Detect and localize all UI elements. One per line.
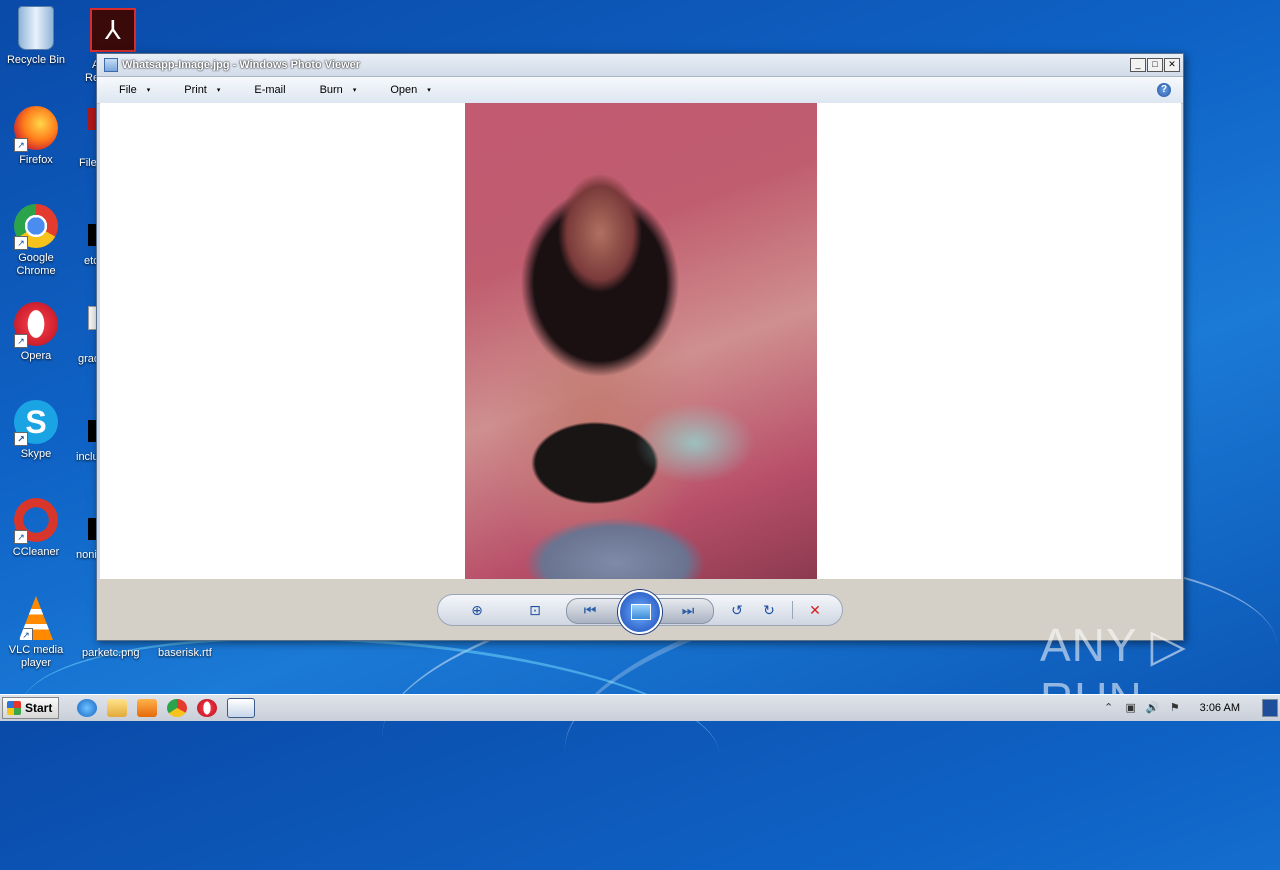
desktop-icon-label: Opera <box>20 350 52 362</box>
image-viewport <box>100 103 1181 579</box>
desktop-icon-opera[interactable]: ↗ Opera <box>0 302 72 363</box>
shortcut-arrow-icon: ↗ <box>14 432 28 446</box>
show-desktop-button[interactable] <box>1262 699 1278 717</box>
menu-burn[interactable]: Burn ▾ <box>298 84 369 96</box>
chevron-down-icon: ▾ <box>427 87 431 94</box>
start-label: Start <box>25 701 53 715</box>
displayed-photo <box>465 103 817 579</box>
recycle-bin-icon <box>18 6 54 50</box>
desktop-icon-label: Google Chrome <box>16 252 56 277</box>
menu-email[interactable]: E-mail <box>232 84 297 96</box>
partial-label: noni <box>76 549 97 561</box>
chrome-icon: ↗ <box>14 204 58 250</box>
shortcut-arrow-icon: ↗ <box>14 236 28 250</box>
menu-file[interactable]: File ▾ <box>97 84 162 96</box>
desktop-icon-label: Firefox <box>19 154 53 166</box>
desktop-icon-vlc[interactable]: ↗ VLC media player <box>0 596 72 670</box>
opera-icon: ↗ <box>14 302 58 348</box>
shortcut-arrow-icon: ↗ <box>19 628 33 640</box>
menu-label: File <box>119 84 137 96</box>
desktop-icon-label: VLC media player <box>8 644 64 669</box>
shortcut-arrow-icon: ↗ <box>14 138 28 152</box>
minimize-button[interactable]: _ <box>1130 58 1146 72</box>
shortcut-arrow-icon: ↗ <box>14 530 28 544</box>
next-icon[interactable]: ⏭ <box>679 602 697 618</box>
chrome-taskbar-icon[interactable] <box>167 699 188 717</box>
command-bar: File ▾ Print ▾ E-mail Burn ▾ Open ▾ ? <box>97 77 1183 104</box>
control-divider <box>792 601 793 619</box>
taskbar-clock[interactable]: 3:06 AM <box>1200 702 1240 714</box>
windows-logo-icon <box>7 701 21 715</box>
close-button[interactable]: ✕ <box>1164 58 1180 72</box>
desktop-icon-ccleaner[interactable]: ↗ CCleaner <box>0 498 72 559</box>
window-titlebar[interactable]: Whatsapp-Image.jpg - Windows Photo Viewe… <box>97 54 1183 77</box>
action-center-flag-icon[interactable]: ⚑ <box>1167 701 1183 715</box>
menu-label: Burn <box>319 84 343 96</box>
menu-label: E-mail <box>254 84 286 96</box>
show-hidden-icons-icon[interactable]: ⌃ <box>1101 701 1117 715</box>
fit-to-window-icon[interactable]: ⊡ <box>526 602 544 618</box>
desktop-icon-google-chrome[interactable]: ↗ Google Chrome <box>0 204 72 278</box>
file-explorer-icon[interactable] <box>107 699 128 717</box>
zoom-icon[interactable]: ⊕ <box>468 602 486 618</box>
delete-icon[interactable]: ✕ <box>806 602 824 618</box>
firefox-icon: ↗ <box>14 106 58 152</box>
start-button[interactable]: Start <box>2 697 60 719</box>
partial-label: File <box>79 157 97 169</box>
window-title: Whatsapp-Image.jpg - Windows Photo Viewe… <box>122 59 361 71</box>
chevron-down-icon: ▾ <box>216 87 221 94</box>
desktop-icon-label: Recycle Bin <box>6 54 66 66</box>
menu-label: Print <box>184 84 207 96</box>
volume-icon[interactable]: 🔊 <box>1145 701 1161 715</box>
skype-icon: S ↗ <box>14 400 58 446</box>
viewer-controls: ⊕ ⊡ ⏮ ⏭ ↺ ↻ ✕ <box>97 579 1183 640</box>
vlc-icon: ↗ <box>19 596 53 640</box>
menu-label: Open <box>390 84 418 96</box>
desktop-icon-label: Skype <box>20 448 52 460</box>
desktop-icon-recycle-bin[interactable]: Recycle Bin <box>0 6 72 67</box>
opera-taskbar-icon[interactable] <box>197 699 218 717</box>
network-icon[interactable]: ▣ <box>1123 701 1139 715</box>
chevron-down-icon: ▾ <box>352 87 357 94</box>
help-icon[interactable]: ? <box>1157 83 1171 97</box>
photo-viewer-taskbar-button[interactable] <box>227 698 256 718</box>
shortcut-arrow-icon: ↗ <box>14 334 28 348</box>
taskbar: Start ⌃ ▣ 🔊 ⚑ 3:06 AM <box>0 694 1280 721</box>
menu-open[interactable]: Open ▾ <box>368 84 442 96</box>
internet-explorer-icon[interactable] <box>77 699 98 717</box>
slideshow-icon <box>631 604 651 620</box>
slideshow-button[interactable] <box>618 590 662 634</box>
desktop-icon-label: CCleaner <box>12 546 60 558</box>
rotate-clockwise-icon[interactable]: ↻ <box>760 602 778 618</box>
desktop-file-baserisk[interactable]: baserisk.rtf <box>158 647 212 659</box>
ccleaner-icon: ↗ <box>14 498 58 544</box>
photo-viewer-app-icon <box>104 58 118 72</box>
rotate-counterclockwise-icon[interactable]: ↺ <box>728 602 746 618</box>
desktop-file-parketc[interactable]: parketc.png <box>82 647 139 659</box>
media-player-icon[interactable] <box>137 699 158 717</box>
desktop-icon-skype[interactable]: S ↗ Skype <box>0 400 72 461</box>
previous-icon[interactable]: ⏮ <box>581 602 599 618</box>
photo-viewer-window: Whatsapp-Image.jpg - Windows Photo Viewe… <box>96 53 1184 641</box>
desktop-icon-firefox[interactable]: ↗ Firefox <box>0 106 72 167</box>
acrobat-icon[interactable]: ⅄ <box>90 8 136 52</box>
control-bar: ⊕ ⊡ ⏮ ⏭ ↺ ↻ ✕ <box>437 590 843 634</box>
system-tray: ⌃ ▣ 🔊 ⚑ 3:06 AM <box>1098 695 1280 721</box>
maximize-button[interactable]: □ <box>1147 58 1163 72</box>
chevron-down-icon: ▾ <box>146 87 151 94</box>
menu-print[interactable]: Print ▾ <box>162 84 232 96</box>
